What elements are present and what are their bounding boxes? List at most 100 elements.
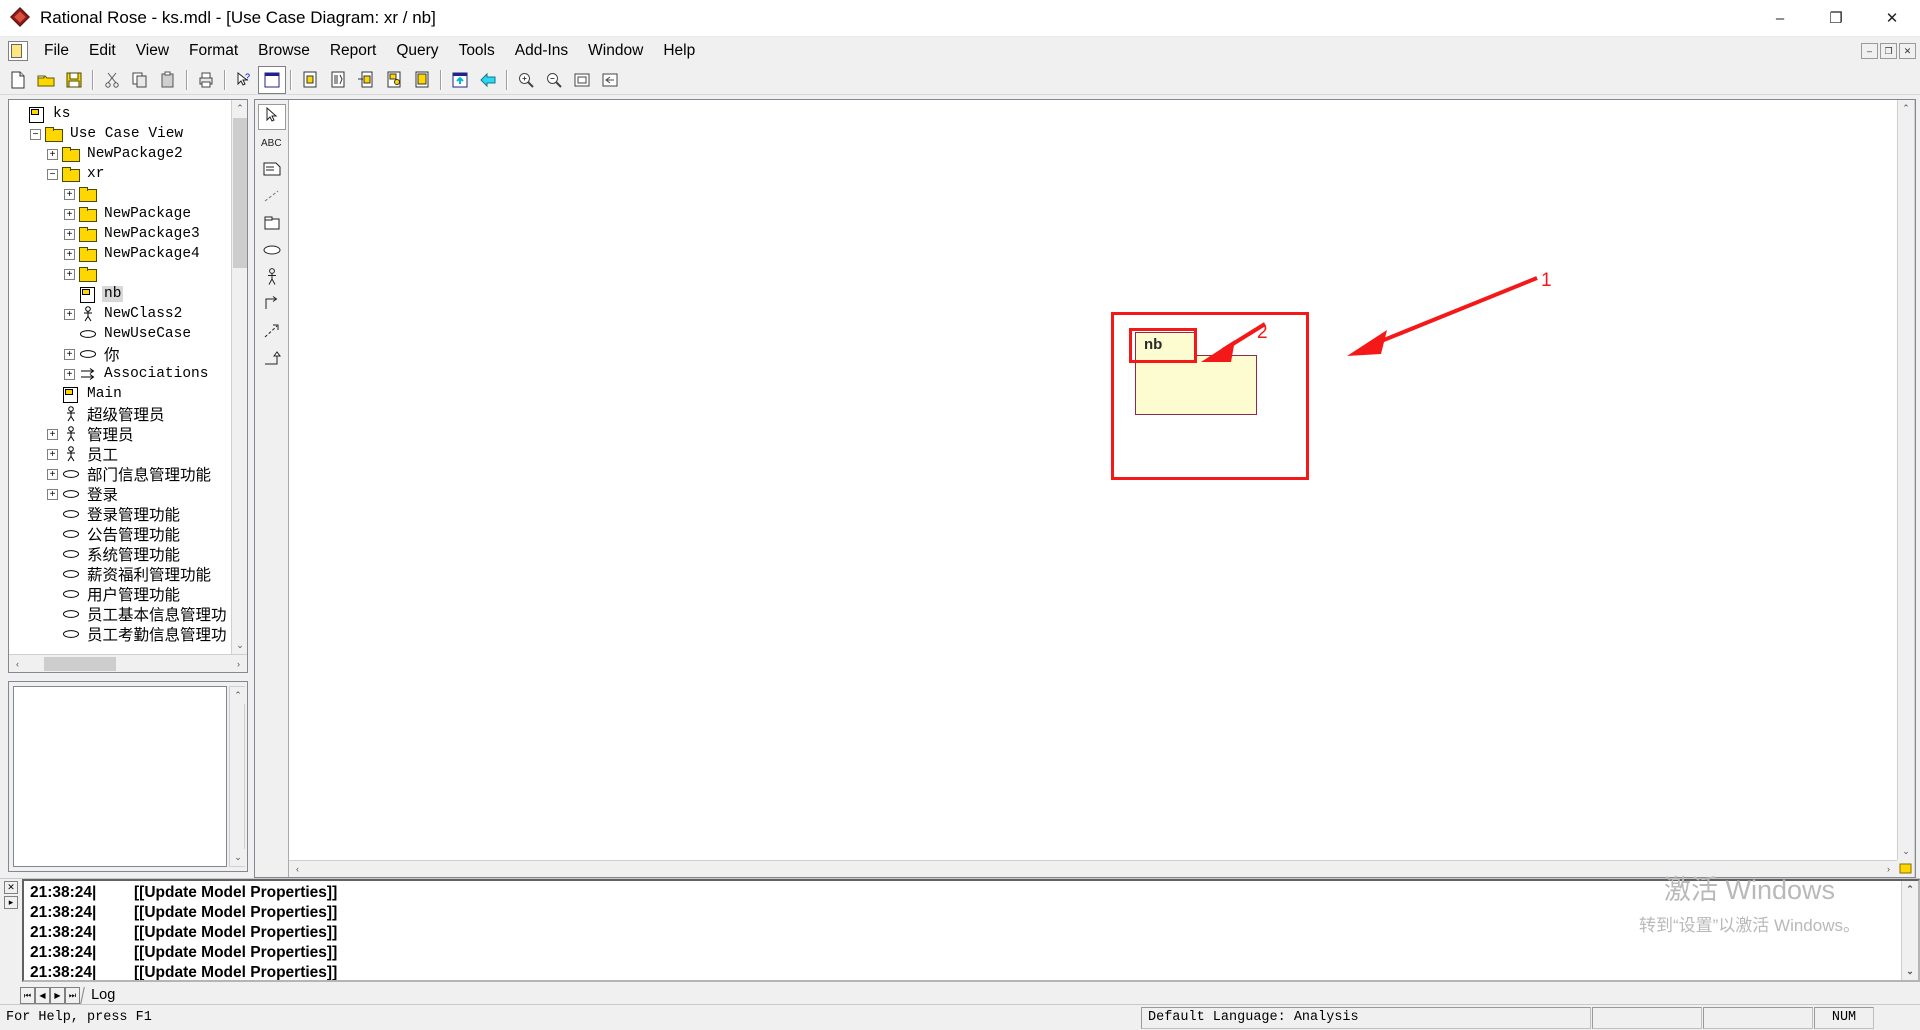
expand-icon[interactable]: +: [64, 208, 75, 220]
tree-item[interactable]: + 员工: [13, 444, 231, 464]
tree-item[interactable]: +: [13, 264, 231, 284]
menu-item-format[interactable]: Format: [179, 39, 248, 63]
tree-item[interactable]: + NewClass2: [13, 304, 231, 324]
tree-horizontal-scrollbar[interactable]: ‹ ›: [9, 654, 247, 672]
browse-class-diagram-icon[interactable]: [258, 65, 286, 94]
collapse-icon[interactable]: −: [47, 168, 58, 180]
cut-icon[interactable]: [99, 67, 125, 93]
mdi-minimize-button[interactable]: –: [1861, 43, 1878, 59]
nav-first-button[interactable]: ⏮: [20, 987, 35, 1004]
expand-icon[interactable]: +: [64, 348, 75, 360]
nav-next-button[interactable]: ▶: [50, 987, 65, 1004]
browse-state-machine-diagram-icon[interactable]: [353, 67, 379, 93]
expand-icon[interactable]: +: [64, 268, 75, 280]
browse-interaction-diagram-icon[interactable]: [409, 67, 435, 93]
scroll-left-icon[interactable]: ‹: [289, 861, 306, 877]
menu-item-file[interactable]: File: [34, 39, 79, 63]
new-icon[interactable]: [5, 67, 31, 93]
tree-item[interactable]: Main: [13, 384, 231, 404]
tree-item[interactable]: 系统管理功能: [13, 544, 231, 564]
log-vertical-scrollbar[interactable]: ⌃ ⌄: [1901, 881, 1918, 980]
tree-item[interactable]: + NewPackage3: [13, 224, 231, 244]
scroll-right-icon[interactable]: ›: [230, 656, 247, 672]
menu-item-query[interactable]: Query: [386, 39, 448, 63]
actor-tool[interactable]: [258, 266, 286, 292]
tree-hscroll-thumb[interactable]: [44, 656, 116, 671]
expand-icon[interactable]: +: [47, 488, 58, 500]
save-icon[interactable]: [61, 67, 87, 93]
selection-arrow-tool[interactable]: [257, 104, 286, 130]
paste-icon[interactable]: [155, 67, 181, 93]
tree-vertical-scrollbar[interactable]: ⌃ ⌄: [231, 100, 247, 654]
unidirectional-association-tool[interactable]: [258, 293, 286, 319]
nav-last-button[interactable]: ⏭: [65, 987, 80, 1004]
scroll-down-icon[interactable]: ⌄: [232, 637, 247, 654]
expand-icon[interactable]: +: [47, 428, 58, 440]
zoom-in-icon[interactable]: [513, 67, 539, 93]
canvas-vertical-scrollbar[interactable]: ⌃ ⌄: [1897, 100, 1914, 860]
note-tool[interactable]: [258, 158, 286, 184]
expand-icon[interactable]: +: [64, 368, 75, 380]
maximize-button[interactable]: ❐: [1808, 0, 1864, 37]
browse-previous-icon[interactable]: [475, 67, 501, 93]
tree-item[interactable]: +: [13, 184, 231, 204]
collapse-icon[interactable]: −: [30, 128, 41, 140]
scroll-up-icon[interactable]: ⌃: [232, 100, 247, 117]
log-restore-button[interactable]: ▸: [4, 896, 18, 909]
tree-item[interactable]: + 部门信息管理功能: [13, 464, 231, 484]
tab-log[interactable]: Log: [80, 987, 126, 1004]
tree-item[interactable]: + 你: [13, 344, 231, 364]
tree-item[interactable]: − xr: [13, 164, 231, 184]
canvas-horizontal-scrollbar[interactable]: ‹ ›: [289, 860, 1897, 877]
use-case-tool[interactable]: [258, 239, 286, 265]
expand-icon[interactable]: +: [64, 308, 75, 320]
fit-in-window-icon[interactable]: [569, 67, 595, 93]
anchor-note-tool[interactable]: [258, 185, 286, 211]
close-button[interactable]: ✕: [1864, 0, 1920, 37]
resize-grip-icon[interactable]: [1897, 860, 1914, 877]
browse-use-case-diagram-icon[interactable]: [297, 67, 323, 93]
tree-item[interactable]: − Use Case View: [13, 124, 231, 144]
scroll-down-icon[interactable]: ⌄: [1898, 843, 1914, 860]
minimize-button[interactable]: –: [1752, 0, 1808, 37]
scroll-right-icon[interactable]: ›: [1880, 861, 1897, 877]
browse-parent-icon[interactable]: [447, 67, 473, 93]
expand-icon[interactable]: +: [47, 148, 58, 160]
tree-item[interactable]: nb: [13, 284, 231, 304]
zoom-out-icon[interactable]: [541, 67, 567, 93]
expand-icon[interactable]: +: [47, 448, 58, 460]
print-icon[interactable]: [193, 67, 219, 93]
tree-item[interactable]: 超级管理员: [13, 404, 231, 424]
menu-item-browse[interactable]: Browse: [248, 39, 320, 63]
tree-item[interactable]: 登录管理功能: [13, 504, 231, 524]
tree-item[interactable]: + 管理员: [13, 424, 231, 444]
mdi-close-button[interactable]: ✕: [1899, 43, 1916, 59]
log-close-button[interactable]: ✕: [4, 881, 18, 894]
scroll-down-icon[interactable]: ⌄: [230, 849, 246, 866]
expand-icon[interactable]: +: [64, 248, 75, 260]
menu-item-tools[interactable]: Tools: [449, 39, 505, 63]
dependency-tool[interactable]: [258, 320, 286, 346]
tree-vscroll-thumb[interactable]: [233, 118, 247, 268]
use-case-diagram-canvas[interactable]: nb 1 2 ⌃ ⌄ ‹ ›: [289, 100, 1915, 877]
tree-item[interactable]: 员工基本信息管理功: [13, 604, 231, 624]
mdi-restore-button[interactable]: ❐: [1880, 43, 1897, 59]
tree-item[interactable]: + NewPackage: [13, 204, 231, 224]
browse-component-diagram-icon[interactable]: [325, 67, 351, 93]
package-tool[interactable]: [258, 212, 286, 238]
expand-icon[interactable]: +: [47, 468, 58, 480]
tree-item[interactable]: + NewPackage4: [13, 244, 231, 264]
menu-item-edit[interactable]: Edit: [79, 39, 126, 63]
context-help-icon[interactable]: ?: [231, 67, 257, 93]
menu-item-view[interactable]: View: [126, 39, 179, 63]
nav-prev-button[interactable]: ◀: [35, 987, 50, 1004]
documentation-text-area[interactable]: [13, 686, 227, 867]
tree-item[interactable]: NewUseCase: [13, 324, 231, 344]
menu-item-help[interactable]: Help: [653, 39, 705, 63]
menu-item-add-ins[interactable]: Add-Ins: [505, 39, 578, 63]
expand-icon[interactable]: +: [64, 228, 75, 240]
tree-item[interactable]: + 登录: [13, 484, 231, 504]
generalization-tool[interactable]: [258, 347, 286, 373]
scroll-left-icon[interactable]: ‹: [9, 656, 26, 672]
text-abc-tool[interactable]: ABC: [258, 131, 286, 157]
